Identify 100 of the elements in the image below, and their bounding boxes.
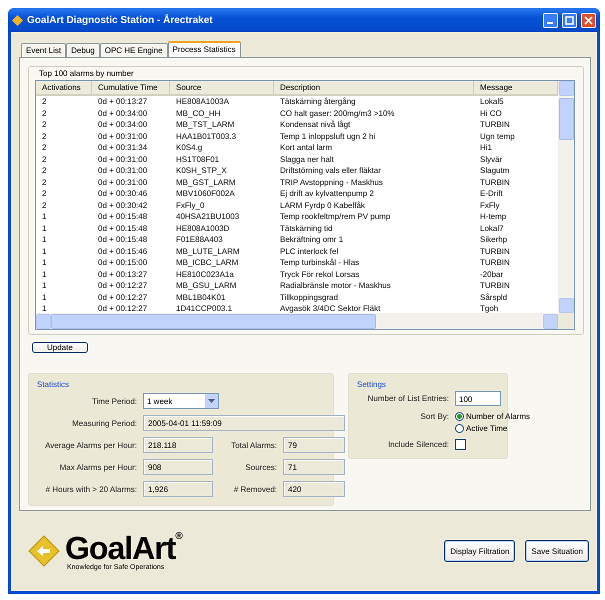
table-cell-text: MB_LUTE_LARM (175, 246, 241, 257)
table-cell-text: E-Drift (479, 188, 504, 200)
footer-button[interactable]: Save Situation (525, 540, 589, 562)
input-field[interactable]: 100 (455, 391, 501, 406)
table-cell-text: Bekräftning omr 1 (279, 234, 344, 246)
table-cell-text: MB_GST_LARM (175, 176, 237, 188)
table-cell-text: 2 (41, 200, 48, 211)
table-cell-text: CO halt gaser: 200mg/m3 >10% (279, 108, 396, 119)
table-cell-text: Kort antal larm (279, 142, 334, 154)
table-cell-text: 0d + 00:12:27 (97, 303, 148, 313)
table-cell-text: TURBIN (479, 280, 511, 292)
table-cell-text: 2 (41, 188, 48, 200)
table-cell-text: 0d + 00:15:00 (97, 257, 148, 268)
table-cell-text: Temp 1 inloppsluft ugn 2 hi (279, 130, 376, 142)
tab[interactable]: Process Statistics (168, 41, 241, 58)
table-cell-text: 1 (41, 246, 48, 257)
minimize-button[interactable] (543, 12, 558, 28)
scrollbar-thumb[interactable] (559, 98, 574, 140)
scrollbar-corner (558, 313, 574, 329)
table-cell-text: TRIP Avstoppning - Maskhus (279, 176, 384, 188)
table-cell-text: Sikerhp (479, 234, 508, 246)
table-cell-text: Tryck För rekol Lorsas (279, 268, 360, 280)
footer-button[interactable]: Display Filtration (444, 540, 516, 562)
table-cell-text: MB_GSU_LARM (175, 280, 238, 292)
table-cell-text: Ej drift av kylvattenpump 2 (279, 188, 375, 200)
table-cell-text: Slagutm (479, 165, 510, 176)
table-cell-text: -20bar (479, 268, 504, 280)
radio-button[interactable] (455, 424, 464, 433)
logo-icon (27, 534, 61, 568)
checkbox[interactable] (455, 439, 466, 450)
table-cell-text: 0d + 00:31:34 (97, 142, 148, 154)
measuring-period-field: 2005-04-01 11:59:09 (143, 415, 345, 431)
table-cell-text: 0d + 00:30:42 (97, 200, 148, 211)
maximize-button[interactable] (562, 12, 577, 28)
diamond-icon (12, 14, 23, 26)
time-period-dropdown[interactable]: 1 week (143, 393, 219, 409)
tab[interactable]: Event List (21, 43, 66, 57)
close-button[interactable] (581, 12, 596, 28)
table-cell-text: 0d + 00:15:48 (97, 222, 148, 234)
table-cell-text: 1 (41, 257, 48, 268)
column-header[interactable]: Activations (36, 81, 92, 94)
table-cell-text: Tätskärning tid (279, 222, 334, 234)
update-button[interactable]: Update (32, 342, 88, 353)
table-cell-text: Tillkoppingsgrad (279, 292, 339, 303)
caret-icon (208, 399, 215, 403)
maximize-icon (565, 16, 574, 24)
value-field: 908 (143, 459, 213, 475)
table-cell-text: FxFly_0 (175, 200, 206, 211)
table-cell-text: 40HSA21BU1003 (175, 211, 240, 222)
field-label: Max Alarms per Hour: (58, 462, 137, 472)
table-cell-text: Sårspld (479, 292, 508, 303)
table-cell-text: Tätskärning återgång (279, 96, 357, 108)
table-cell-text: TURBIN (479, 176, 511, 188)
table-cell-text: Temp turbinskål - Hlas (279, 257, 360, 268)
field-label: Include Silenced: (387, 440, 449, 449)
table-cell-text: 1 (41, 268, 48, 280)
table-cell-text: Hi CO (479, 108, 503, 119)
table-cell-text: Lokal5 (479, 96, 505, 108)
table-cell-text: Avgasök 3/4DC Sektor Fläkt (279, 303, 382, 313)
table-cell-text: 1 (41, 222, 48, 234)
value-field: 420 (283, 481, 345, 497)
table-cell-text: 0d + 00:12:27 (97, 280, 148, 292)
column-header[interactable]: Source (170, 81, 274, 94)
radio-button[interactable] (455, 412, 464, 421)
table-cell-text: 0d + 00:13:27 (97, 268, 148, 280)
table-cell-text: Ugn temp (479, 130, 516, 142)
value-field: 1,926 (143, 481, 213, 497)
table-cell-text: 0d + 00:15:46 (97, 246, 148, 257)
table-cell-text: 1 (41, 303, 48, 313)
table-cell-text: 0d + 00:13:27 (97, 96, 148, 108)
table-cell-text: TURBIN (479, 246, 511, 257)
field-label: Time Period: (90, 396, 137, 406)
table-cell-text: K0SH_STP_X (175, 165, 228, 176)
table-cell-text: MBV1060F002A (175, 188, 236, 200)
table-cell-text: LARM Fyrdp 0 Kabelfåk (279, 200, 366, 211)
minimize-icon (547, 22, 553, 24)
tab[interactable]: OPC HE Engine (100, 43, 168, 57)
column-header[interactable]: Description (274, 81, 474, 94)
table-cell-text: 1D41CCP003.1 (175, 303, 234, 313)
table-cell-text: Hi1 (479, 142, 494, 154)
table-cell-text: MBL1B04K01 (175, 292, 226, 303)
field-label: # Hours with > 20 Alarms: (44, 484, 137, 494)
table-cell-text: Temp rookfeltmp/rem PV pump (279, 211, 392, 222)
table-cell-text: Slyvär (479, 154, 504, 165)
tab[interactable]: Debug (66, 43, 100, 57)
table-cell-text: F01E88A403 (175, 234, 224, 246)
field-label: Total Alarms: (230, 440, 277, 450)
table-cell-text: MB_ICBC_LARM (175, 257, 240, 268)
table-cell-text: Kondensat nivå lågt (279, 119, 352, 130)
scrollbar-thumb[interactable] (51, 314, 376, 328)
column-header[interactable]: Cumulative Time (92, 81, 170, 94)
option-label: Active Time (466, 424, 508, 433)
table-cell-text: 1 (41, 280, 48, 292)
table-cell-text: 2 (41, 176, 48, 188)
table-cell-text: K0S4.g (175, 142, 204, 154)
table-cell-text: HE808A1003A (175, 96, 230, 108)
logo-wordmark: GoalArt® (65, 532, 182, 564)
field-label: Sources: (244, 462, 277, 472)
field-label: Number of List Entries: (366, 394, 449, 403)
table-cell-text: 2 (41, 154, 48, 165)
